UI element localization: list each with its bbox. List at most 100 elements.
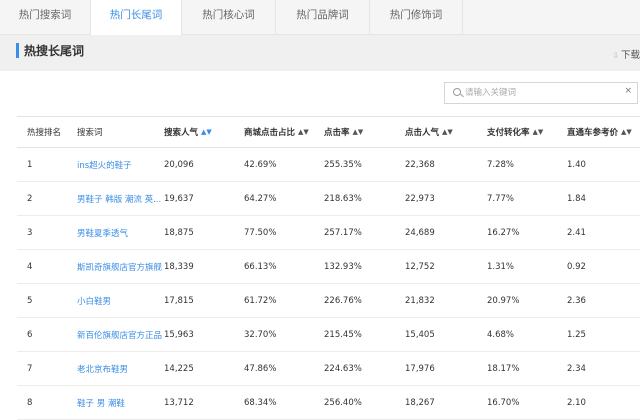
click-popularity-cell: 21,832 xyxy=(405,295,435,306)
table-row: 1 ins超火的鞋子 20,096 42.69% 255.35% 22,368 … xyxy=(17,148,640,182)
keyword-link[interactable]: ins超火的鞋子 xyxy=(77,148,165,181)
rank-cell: 6 xyxy=(27,329,33,340)
pay-conversion-cell: 7.28% xyxy=(487,159,515,170)
download-button[interactable]: ⇩ 下载 xyxy=(612,47,640,61)
keyword-link[interactable]: 男鞋子 韩版 潮流 英... xyxy=(77,182,165,215)
sort-icon: ▲▼ xyxy=(298,128,309,136)
search-popularity-cell: 19,637 xyxy=(164,193,194,204)
ztc-price-cell: 1.84 xyxy=(567,193,586,204)
tab-label: 热门搜索词 xyxy=(18,9,72,21)
pay-conversion-cell: 4.68% xyxy=(487,329,515,340)
click-popularity-cell: 15,405 xyxy=(405,329,435,340)
keyword-link[interactable]: 小白鞋男 xyxy=(77,284,165,317)
search-popularity-cell: 20,096 xyxy=(164,159,194,170)
search-popularity-cell: 17,815 xyxy=(164,295,194,306)
keyword-link[interactable]: 鞋子 男 潮鞋 xyxy=(77,386,165,419)
mall-click-share-cell: 32.70% xyxy=(244,329,277,340)
search-popularity-cell: 13,712 xyxy=(164,397,194,408)
clear-icon[interactable]: × xyxy=(624,86,632,96)
tab-label: 热门长尾词 xyxy=(109,9,163,21)
table-row: 6 新百伦旗舰店官方正品 15,963 32.70% 215.45% 15,40… xyxy=(17,318,640,352)
table-row: 3 男鞋夏季透气 18,875 77.50% 257.17% 24,689 16… xyxy=(17,216,640,250)
mall-click-share-cell: 61.72% xyxy=(244,295,277,306)
rank-cell: 4 xyxy=(27,261,33,272)
table-row: 7 老北京布鞋男 14,225 47.86% 224.63% 17,976 18… xyxy=(17,352,640,386)
click-popularity-cell: 18,267 xyxy=(405,397,435,408)
header-mall-click-share[interactable]: 商城点击占比 ▲▼ xyxy=(244,117,324,147)
ztc-price-cell: 2.34 xyxy=(567,363,586,374)
sort-icon: ▲▼ xyxy=(532,128,544,136)
keyword-search-box: × xyxy=(444,82,638,104)
sort-icon: ▲▼ xyxy=(352,128,364,136)
ztc-price-cell: 1.40 xyxy=(567,159,586,170)
header-pay-conversion[interactable]: 支付转化率 ▲▼ xyxy=(487,117,567,147)
pay-conversion-cell: 1.31% xyxy=(487,261,515,272)
header-search-popularity[interactable]: 搜索人气 ▲▼ xyxy=(164,117,244,147)
sort-icon: ▲▼ xyxy=(621,128,632,136)
ctr-cell: 257.17% xyxy=(324,227,362,238)
tab-label: 热门核心词 xyxy=(202,9,255,21)
header-ctr[interactable]: 点击率 ▲▼ xyxy=(324,117,405,147)
click-popularity-cell: 17,976 xyxy=(405,363,435,374)
sort-icon: ▲▼ xyxy=(201,128,212,136)
pay-conversion-cell: 20.97% xyxy=(487,295,520,306)
ctr-cell: 132.93% xyxy=(324,261,362,272)
header-click-popularity[interactable]: 点击人气 ▲▼ xyxy=(405,117,487,147)
section-header: 热搜长尾词 ⇩ 下载 xyxy=(0,35,640,71)
mall-click-share-cell: 66.13% xyxy=(244,261,277,272)
sort-icon: ▲▼ xyxy=(442,128,453,136)
keyword-link[interactable]: 老北京布鞋男 xyxy=(77,352,165,385)
mall-click-share-cell: 47.86% xyxy=(244,363,277,374)
table-header: 热搜排名 搜索词 搜索人气 ▲▼ 商城点击占比 ▲▼ 点击率 ▲▼ 点击人气 ▲▼ 支付… xyxy=(17,116,640,148)
table-row: 2 男鞋子 韩版 潮流 英... 19,637 64.27% 218.63% 2… xyxy=(17,182,640,216)
ctr-cell: 215.45% xyxy=(324,329,362,340)
section-title: 热搜长尾词 xyxy=(24,44,85,58)
keyword-link[interactable]: 斯凯奇旗舰店官方旗舰 xyxy=(77,250,165,283)
ctr-cell: 226.76% xyxy=(324,295,362,306)
rank-cell: 3 xyxy=(27,227,33,238)
header-ztc-price[interactable]: 直通车参考价 ▲▼ xyxy=(567,117,640,147)
pay-conversion-cell: 16.27% xyxy=(487,227,520,238)
click-popularity-cell: 22,368 xyxy=(405,159,435,170)
search-popularity-cell: 18,875 xyxy=(164,227,194,238)
tab-hot-core-words[interactable]: 热门核心词 xyxy=(182,0,276,34)
header-keyword: 搜索词 xyxy=(77,128,103,138)
mall-click-share-cell: 68.34% xyxy=(244,397,277,408)
click-popularity-cell: 12,752 xyxy=(405,261,435,272)
rank-cell: 1 xyxy=(27,159,33,170)
search-popularity-cell: 18,339 xyxy=(164,261,194,272)
pay-conversion-cell: 18.17% xyxy=(487,363,520,374)
table-body: 1 ins超火的鞋子 20,096 42.69% 255.35% 22,368 … xyxy=(17,148,640,420)
ztc-price-cell: 1.25 xyxy=(567,329,586,340)
keyword-link[interactable]: 男鞋夏季透气 xyxy=(77,216,165,249)
click-popularity-cell: 22,973 xyxy=(405,193,435,204)
pay-conversion-cell: 16.70% xyxy=(487,397,520,408)
rank-cell: 8 xyxy=(27,397,33,408)
download-icon: ⇩ xyxy=(612,51,619,60)
tab-bar: 热门搜索词 热门长尾词 热门核心词 热门品牌词 热门修饰词 xyxy=(0,0,640,35)
table-row: 4 斯凯奇旗舰店官方旗舰 18,339 66.13% 132.93% 12,75… xyxy=(17,250,640,284)
keyword-link[interactable]: 新百伦旗舰店官方正品 xyxy=(77,318,165,351)
ctr-cell: 218.63% xyxy=(324,193,362,204)
ztc-price-cell: 0.92 xyxy=(567,261,586,272)
tab-hot-long-tail-words[interactable]: 热门长尾词 xyxy=(90,0,182,35)
table-row: 5 小白鞋男 17,815 61.72% 226.76% 21,832 20.9… xyxy=(17,284,640,318)
search-icon xyxy=(453,88,461,96)
mall-click-share-cell: 77.50% xyxy=(244,227,277,238)
search-input[interactable] xyxy=(465,86,615,100)
tab-label: 热门品牌词 xyxy=(296,9,349,21)
tab-label: 热门修饰词 xyxy=(389,9,443,21)
ztc-price-cell: 2.36 xyxy=(567,295,586,306)
ctr-cell: 224.63% xyxy=(324,363,362,374)
ztc-price-cell: 2.10 xyxy=(567,397,586,408)
pay-conversion-cell: 7.77% xyxy=(487,193,515,204)
tab-hot-brand-words[interactable]: 热门品牌词 xyxy=(276,0,370,34)
tab-hot-search-words[interactable]: 热门搜索词 xyxy=(0,0,91,34)
header-rank: 热搜排名 xyxy=(27,128,62,138)
section-accent-bar xyxy=(16,43,19,58)
search-popularity-cell: 14,225 xyxy=(164,363,194,374)
tab-hot-modifier-words[interactable]: 热门修饰词 xyxy=(370,0,463,34)
ctr-cell: 256.40% xyxy=(324,397,362,408)
mall-click-share-cell: 64.27% xyxy=(244,193,277,204)
mall-click-share-cell: 42.69% xyxy=(244,159,277,170)
